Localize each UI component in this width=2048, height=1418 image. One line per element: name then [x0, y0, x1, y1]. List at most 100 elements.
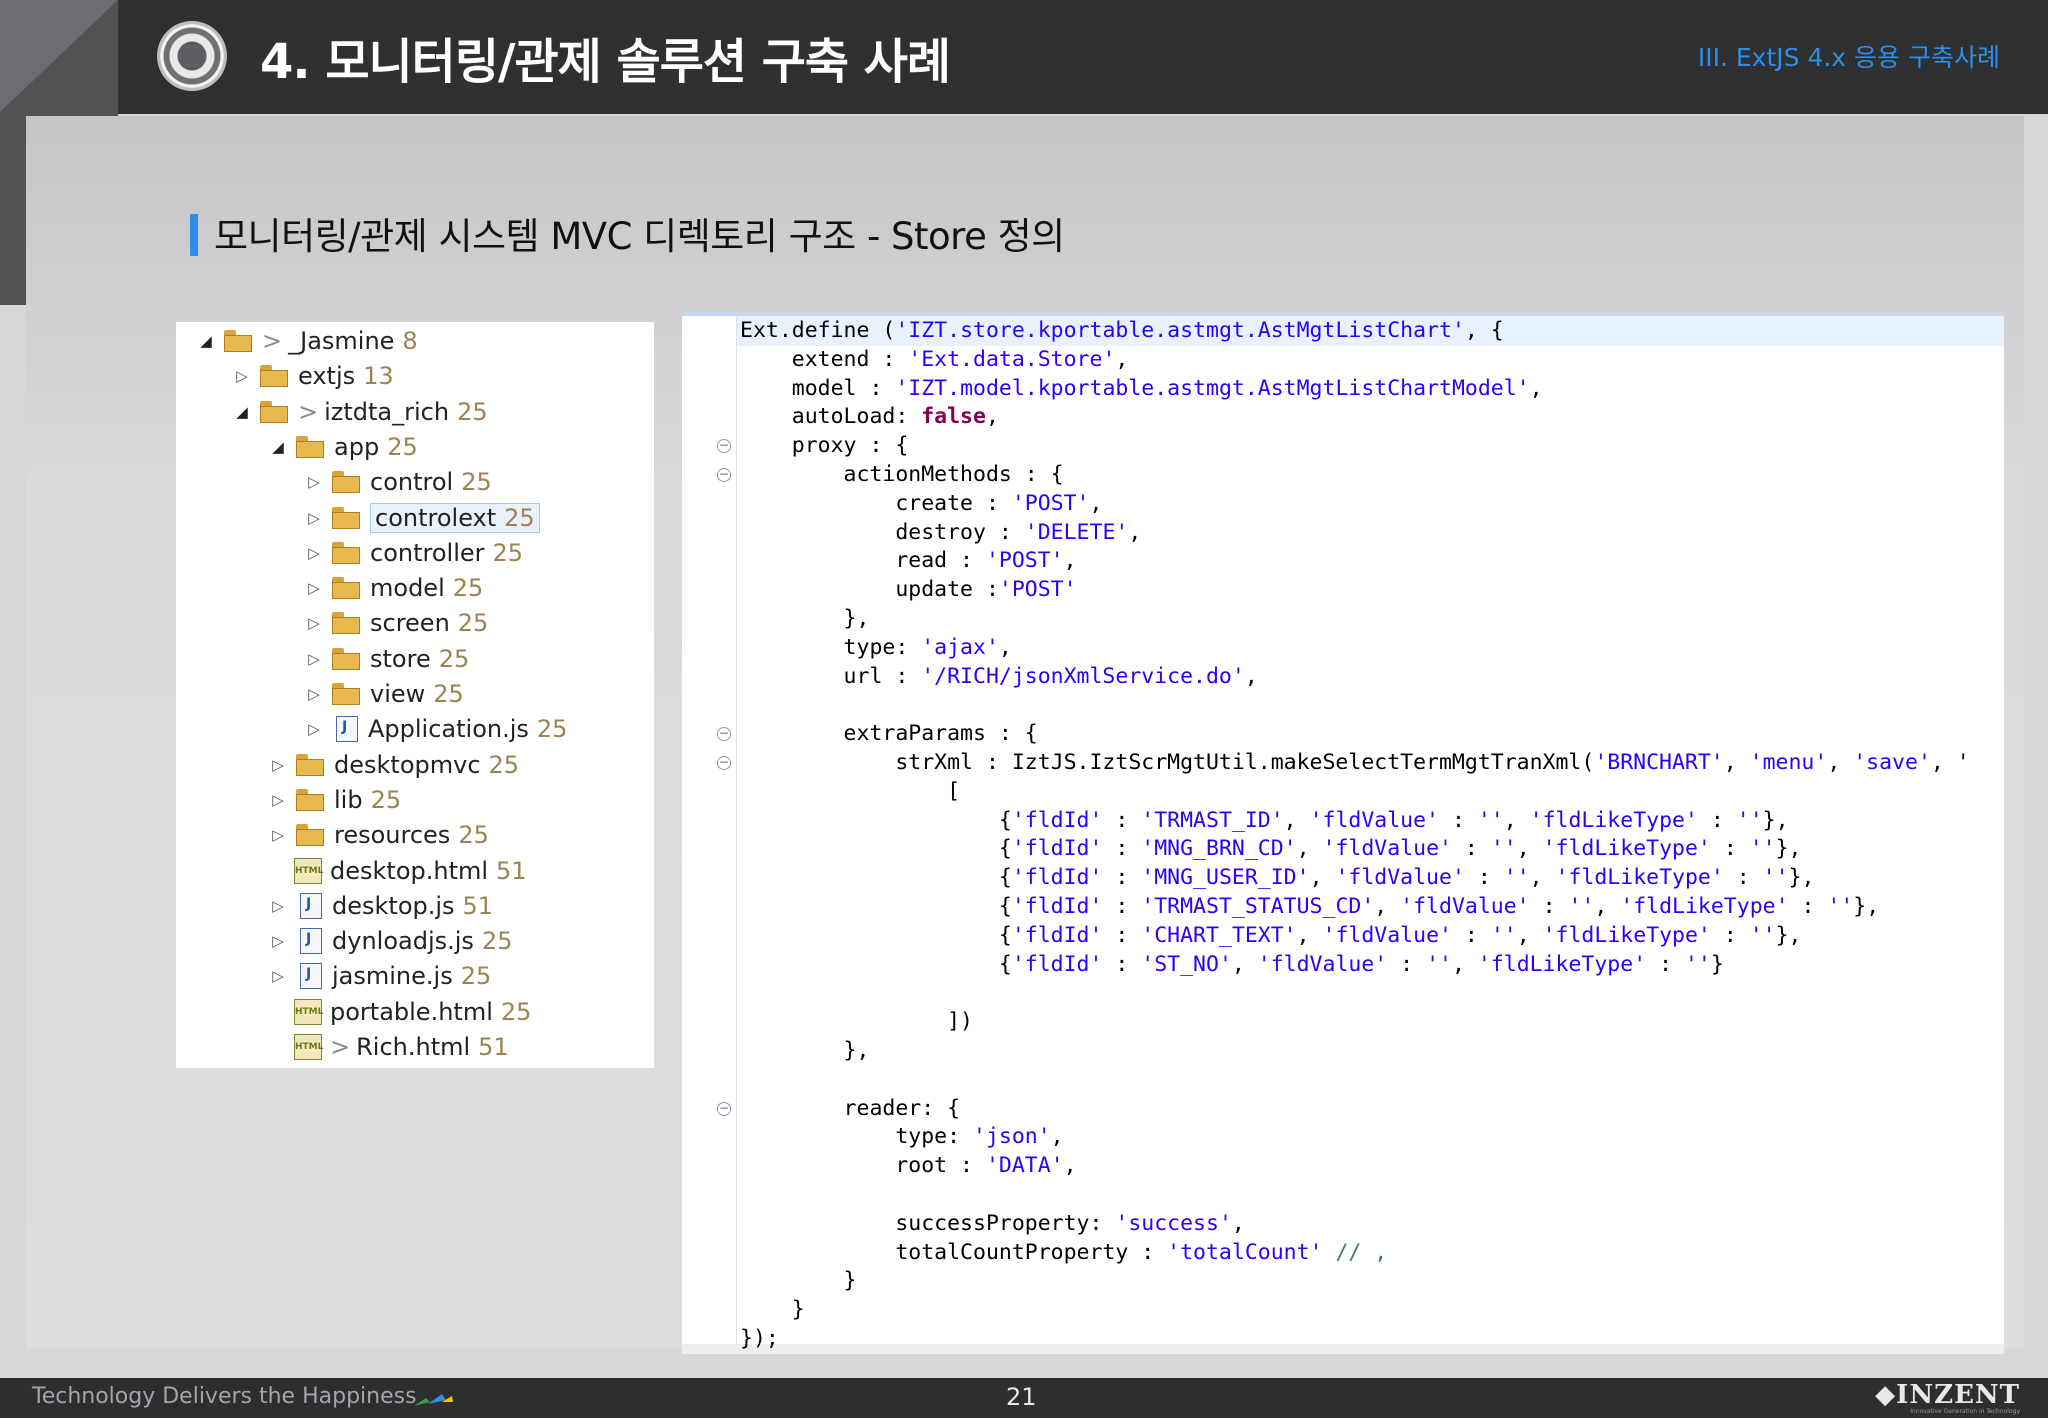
folder-icon	[296, 435, 326, 458]
code-line[interactable]: {'fldId' : 'MNG_BRN_CD', 'fldValue' : ''…	[740, 835, 1802, 863]
code-line[interactable]: type: 'ajax',	[740, 634, 1012, 662]
code-line[interactable]: {'fldId' : 'TRMAST_STATUS_CD', 'fldValue…	[740, 893, 1879, 921]
code-line[interactable]: proxy : {	[740, 432, 909, 460]
code-line[interactable]: update :'POST'	[740, 576, 1076, 604]
tree-item-application-js[interactable]: ▷ Application.js25	[304, 712, 567, 746]
expand-arrow-icon[interactable]: ▷	[304, 509, 324, 527]
expand-arrow-icon[interactable]: ▷	[304, 473, 324, 491]
revision-number: 25	[438, 644, 470, 673]
code-line[interactable]: {'fldId' : 'TRMAST_ID', 'fldValue' : '',…	[740, 807, 1789, 835]
code-line[interactable]: read : 'POST',	[740, 547, 1076, 575]
tree-item-view[interactable]: ▷ view 25	[304, 677, 464, 711]
tree-item-controlext[interactable]: ▷ controlext 25	[304, 501, 540, 535]
code-line[interactable]: Ext.define ('IZT.store.kportable.astmgt.…	[740, 317, 1504, 345]
tree-item-name: view	[370, 680, 426, 708]
code-line[interactable]: ])	[740, 1008, 973, 1036]
expand-arrow-icon[interactable]: ▷	[304, 544, 324, 562]
expand-arrow-icon[interactable]: ▷	[304, 720, 324, 738]
page-title: 4. 모니터링/관제 솔루션 구축 사례	[260, 34, 951, 90]
expand-arrow-icon[interactable]: ▷	[268, 932, 288, 950]
code-line[interactable]: actionMethods : {	[740, 461, 1064, 489]
code-line[interactable]: extend : 'Ext.data.Store',	[740, 346, 1129, 374]
expand-arrow-icon[interactable]: ▷	[304, 650, 324, 668]
fold-icon[interactable]: −	[717, 1101, 731, 1116]
expand-arrow-icon[interactable]: ▷	[268, 756, 288, 774]
code-line[interactable]: },	[740, 605, 870, 633]
code-line[interactable]: {'fldId' : 'CHART_TEXT', 'fldValue' : ''…	[740, 922, 1802, 950]
code-line[interactable]: successProperty: 'success',	[740, 1210, 1245, 1238]
tree-item-name: desktopmvc	[334, 750, 481, 779]
tree-item-resources[interactable]: ▷ resources 25	[268, 818, 489, 852]
js-file-icon	[300, 963, 322, 990]
tree-item-control[interactable]: ▷ control 25	[304, 465, 492, 499]
corner-cut	[0, 0, 118, 112]
fold-icon[interactable]: −	[717, 727, 731, 742]
tree-item-desktopmvc[interactable]: ▷ desktopmvc 25	[268, 748, 519, 782]
collapse-arrow-icon[interactable]: ◢	[196, 332, 216, 350]
fold-icon[interactable]: −	[717, 439, 731, 454]
tree-item-extjs[interactable]: ▷ extjs 13	[232, 359, 393, 393]
expand-arrow-icon[interactable]: ▷	[304, 614, 324, 632]
code-line[interactable]: reader: {	[740, 1095, 961, 1123]
code-line[interactable]: });	[740, 1325, 779, 1353]
tree-item-desktop-js[interactable]: ▷ desktop.js51	[268, 889, 493, 923]
code-line[interactable]: },	[740, 1037, 870, 1065]
fold-icon[interactable]: −	[717, 468, 731, 482]
html-file-icon: HTML	[294, 1034, 323, 1060]
folder-icon	[296, 753, 326, 776]
code-line[interactable]: create : 'POST',	[740, 490, 1102, 518]
tree-item-name: extjs	[298, 362, 356, 391]
section-label: III. ExtJS 4.x 응용 구축사례	[1697, 43, 2000, 72]
slide-footer: Technology Delivers the Happiness 21 ◆IN…	[0, 1378, 2048, 1418]
code-line[interactable]: totalCountProperty : 'totalCount' // ,	[740, 1239, 1387, 1267]
brand-logo: ◆INZENT	[1875, 1380, 2020, 1410]
code-line[interactable]: destroy : 'DELETE',	[740, 519, 1141, 547]
code-line[interactable]: type: 'json',	[740, 1123, 1063, 1151]
tree-item-label-wrap: Application.js 25	[368, 715, 567, 743]
folder-icon	[260, 400, 290, 423]
outgoing-change-marker: >	[262, 327, 283, 355]
expand-arrow-icon[interactable]: ▷	[268, 967, 288, 985]
tree-item-store[interactable]: ▷ store 25	[304, 642, 469, 676]
tree-item-desktop-html[interactable]: HTML desktop.html 51	[268, 854, 527, 888]
tree-item-portable-html[interactable]: HTML portable.html 25	[268, 995, 531, 1029]
tree-item-label-wrap: desktopmvc 25	[334, 751, 519, 779]
code-line[interactable]: model : 'IZT.model.kportable.astmgt.AstM…	[740, 375, 1543, 403]
code-line[interactable]: root : 'DATA',	[740, 1152, 1076, 1180]
code-line[interactable]: {'fldId' : 'MNG_USER_ID', 'fldValue' : '…	[740, 864, 1815, 892]
revision-number: 25	[488, 750, 520, 779]
code-line[interactable]: [	[740, 778, 960, 806]
expand-arrow-icon[interactable]: ▷	[304, 579, 324, 597]
tree-item-dynloadjs-js[interactable]: ▷ dynloadjs.js25	[268, 924, 512, 958]
code-line[interactable]: {'fldId' : 'ST_NO', 'fldValue' : '', 'fl…	[740, 951, 1724, 979]
tree-item-lib[interactable]: ▷ lib 25	[268, 783, 401, 817]
code-line[interactable]: extraParams : {	[740, 720, 1038, 748]
expand-arrow-icon[interactable]: ▷	[304, 685, 324, 703]
tree-item-controller[interactable]: ▷ controller 25	[304, 536, 523, 570]
code-line[interactable]: }	[740, 1267, 857, 1295]
code-line[interactable]: }	[740, 1296, 805, 1324]
code-line[interactable]: autoLoad: false,	[740, 403, 999, 431]
tree-item-app[interactable]: ◢ app 25	[268, 430, 418, 464]
tree-item-rich-html[interactable]: HTML > Rich.html 51	[268, 1030, 509, 1064]
tree-item-screen[interactable]: ▷ screen 25	[304, 606, 488, 640]
fold-icon[interactable]: −	[717, 756, 731, 770]
expand-arrow-icon[interactable]: ▷	[268, 897, 288, 915]
code-line[interactable]: url : '/RICH/jsonXmlService.do',	[740, 663, 1258, 691]
revision-number: 25	[458, 821, 489, 850]
code-line[interactable]: strXml : IztJS.IztScrMgtUtil.makeSelectT…	[740, 749, 1969, 777]
tree-item-name: app	[334, 432, 380, 461]
collapse-arrow-icon[interactable]: ◢	[232, 403, 252, 421]
js-file-icon	[300, 928, 322, 955]
expand-arrow-icon[interactable]: ▷	[268, 791, 288, 809]
expand-arrow-icon[interactable]: ▷	[232, 367, 252, 385]
tree-item-jasmine[interactable]: ◢ > _Jasmine 8	[196, 324, 417, 358]
collapse-arrow-icon[interactable]: ◢	[268, 438, 288, 456]
tree-item-jasmine-js[interactable]: ▷ jasmine.js25	[268, 959, 491, 993]
tree-item-model[interactable]: ▷ model 25	[304, 571, 483, 605]
brand-tagline: Innovative Generation in Technology	[1910, 1408, 2020, 1415]
tree-item-iztdta-rich[interactable]: ◢ > iztdta_rich 25	[232, 395, 487, 429]
revision-number: 51	[462, 891, 494, 920]
folder-icon	[296, 824, 326, 847]
expand-arrow-icon[interactable]: ▷	[268, 826, 288, 844]
